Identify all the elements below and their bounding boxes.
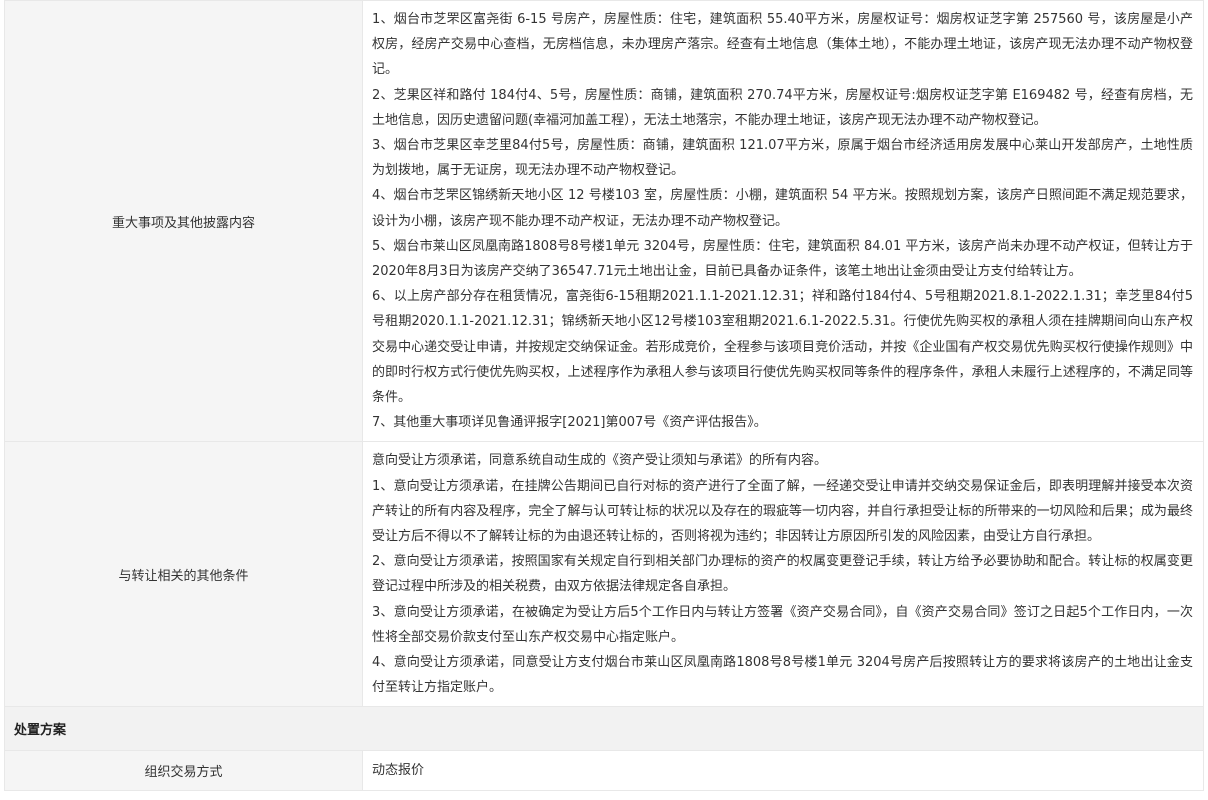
table-row-other-conditions: 与转让相关的其他条件 意向受让方须承诺，同意系统自动生成的《资产受让须知与承诺》…: [4, 441, 1204, 708]
other-conditions-paragraph-intro: 意向受让方须承诺，同意系统自动生成的《资产受让须知与承诺》的所有内容。: [372, 453, 828, 469]
major-matters-paragraph-2: 2、芝果区祥和路付 184付4、5号，房屋性质：商铺，建筑面积 270.74平方…: [372, 87, 1193, 128]
document-page: 重大事项及其他披露内容 1、烟台市芝罘区富尧街 6-15 号房产，房屋性质：住宅…: [0, 0, 1208, 800]
other-conditions-paragraph-3: 3、意向受让方须承诺，在被确定为受让方后5个工作日内与转让方签署《资产交易合同》…: [372, 604, 1193, 645]
major-matters-paragraph-5: 5、烟台市莱山区凤凰南路1808号8号楼1单元 3204号，房屋性质：住宅，建筑…: [372, 238, 1193, 280]
other-conditions-paragraph-2: 2、意向受让方须承诺，按照国家有关规定自行到相关部门办理标的资产的权属变更登记手…: [372, 554, 1193, 595]
other-conditions-paragraph-4: 4、意向受让方须承诺，同意受让方支付烟台市莱山区凤凰南路1808号8号楼1单元 …: [372, 655, 1193, 696]
other-conditions-content: 意向受让方须承诺，同意系统自动生成的《资产受让须知与承诺》的所有内容。 1、意向…: [362, 441, 1204, 708]
table-row-major-matters: 重大事项及其他披露内容 1、烟台市芝罘区富尧街 6-15 号房产，房屋性质：住宅…: [4, 0, 1204, 443]
major-matters-paragraph-3: 3、烟台市芝果区幸芝里84付5号，房屋性质：商铺，建筑面积 121.07平方米，…: [372, 138, 1193, 179]
other-conditions-label: 与转让相关的其他条件: [4, 441, 363, 708]
major-matters-label: 重大事项及其他披露内容: [4, 0, 363, 443]
section-title: 处置方案: [4, 706, 1204, 752]
major-matters-paragraph-4: 4、烟台市芝罘区锦绣新天地小区 12 号楼103 室，房屋性质：小棚，建筑面积 …: [372, 188, 1193, 229]
project-info-table: 重大事项及其他披露内容 1、烟台市芝罘区富尧街 6-15 号房产，房屋性质：住宅…: [4, 0, 1204, 792]
table-row-trade-method: 组织交易方式 动态报价: [4, 750, 1204, 792]
major-matters-content: 1、烟台市芝罘区富尧街 6-15 号房产，房屋性质：住宅，建筑面积 55.40平…: [362, 0, 1204, 443]
major-matters-paragraph-7: 7、其他重大事项详见鲁通评报字[2021]第007号《资产评估报告》。: [372, 415, 767, 431]
major-matters-paragraph-6: 6、以上房产部分存在租赁情况，富尧街6-15租期2021.1.1-2021.12…: [372, 289, 1193, 406]
other-conditions-paragraph-1: 1、意向受让方须承诺，在挂牌公告期间已自行对标的资产进行了全面了解，一经递交受让…: [372, 478, 1193, 545]
trade-method-label: 组织交易方式: [4, 750, 363, 792]
section-header-row: 处置方案: [4, 706, 1204, 752]
major-matters-paragraph-1: 1、烟台市芝罘区富尧街 6-15 号房产，房屋性质：住宅，建筑面积 55.40平…: [372, 12, 1193, 78]
trade-method-value: 动态报价: [362, 750, 1204, 792]
